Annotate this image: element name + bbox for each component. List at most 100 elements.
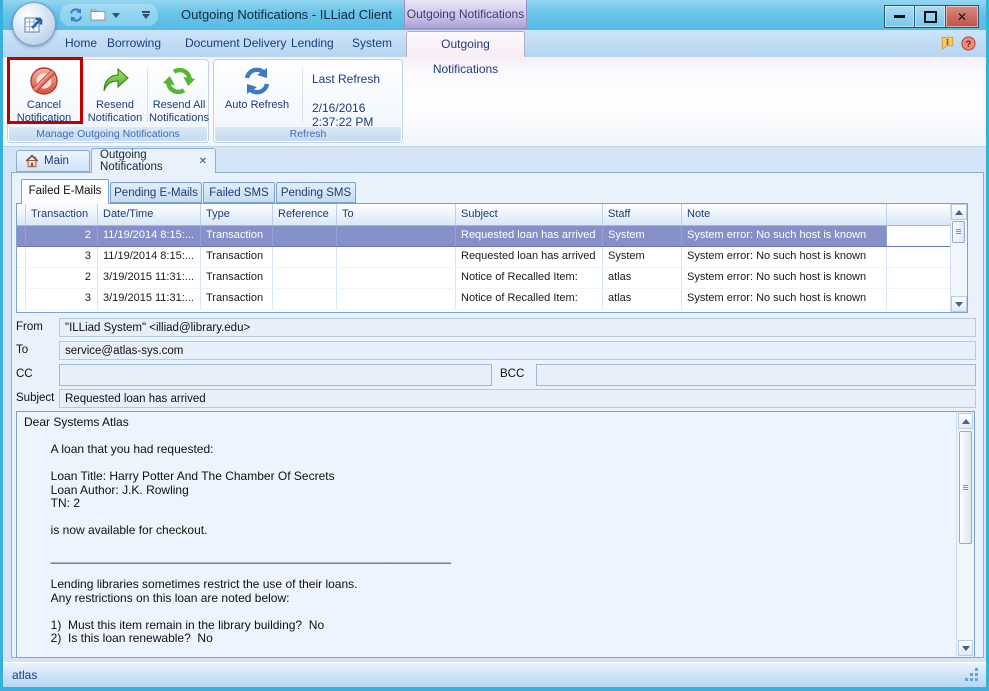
subject-field[interactable]: Requested loan has arrived (59, 389, 976, 408)
customize-qat-button[interactable] (142, 11, 150, 19)
col-note[interactable]: Note (682, 204, 887, 225)
ribbon-tab-borrowing[interactable]: Borrowing (107, 36, 161, 50)
resend-all-icon (163, 65, 195, 97)
col-transaction[interactable]: Transaction (26, 204, 98, 225)
col-reference[interactable]: Reference (273, 204, 337, 225)
status-text: atlas (12, 668, 37, 682)
house-icon (25, 154, 39, 168)
body-scrollbar[interactable] (956, 412, 974, 657)
ribbon-tab-strip: Home Borrowing Document Delivery Lending… (3, 30, 986, 57)
col-datetime[interactable]: Date/Time (98, 204, 201, 225)
application-menu-button[interactable] (12, 2, 56, 46)
maximize-icon (924, 11, 937, 23)
cell-subject: Requested loan has arrived (456, 247, 603, 267)
last-refresh-value: 2/16/2016 2:37:22 PM (312, 101, 402, 129)
arrow-down-icon (962, 646, 970, 651)
help-icon[interactable]: ? (961, 36, 976, 51)
cell-note: System error: No such host is known (682, 226, 887, 246)
scroll-down-button[interactable] (951, 296, 967, 312)
scroll-up-button[interactable] (951, 204, 967, 220)
tab-outgoing-notifications[interactable]: Outgoing Notifications ✕ (91, 148, 216, 173)
subtab-pending-emails[interactable]: Pending E-Mails (110, 182, 202, 203)
folder-dropdown-caret[interactable] (112, 13, 120, 18)
cell-reference (273, 226, 337, 246)
cell-note: System error: No such host is known (682, 247, 887, 267)
minimize-button[interactable] (884, 5, 915, 28)
last-refresh-label: Last Refresh (312, 72, 380, 86)
cell-staff: System (603, 247, 682, 267)
ribbon-tab-home[interactable]: Home (65, 36, 97, 50)
cancel-icon (28, 65, 60, 97)
ribbon-tab-outgoing-notifications[interactable]: Outgoing Notifications (406, 31, 525, 57)
tab-outgoing-notifications-label: Outgoing Notifications (100, 149, 186, 173)
col-type[interactable]: Type (201, 204, 273, 225)
info-icon[interactable] (940, 36, 955, 50)
contextual-tab-group-header: Outgoing Notifications (404, 0, 527, 29)
resize-grip[interactable] (965, 668, 968, 671)
scroll-up-button[interactable] (958, 413, 973, 429)
cc-label: CC (16, 368, 33, 380)
email-body-text[interactable]: Dear Systems Atlas A loan that you had r… (17, 412, 974, 677)
folder-icon[interactable] (90, 7, 106, 23)
table-row[interactable]: 3 11/19/2014 8:15:... Transaction Reques… (17, 247, 967, 268)
scrollbar-thumb[interactable] (959, 431, 972, 544)
ribbon-tab-document-delivery[interactable]: Document Delivery (185, 36, 286, 50)
grid-scrollbar[interactable] (950, 204, 967, 312)
tab-close-icon[interactable]: ✕ (199, 156, 207, 167)
col-staff[interactable]: Staff (603, 204, 682, 225)
cell-transaction: 3 (26, 247, 98, 267)
quick-access-toolbar (60, 4, 158, 26)
cc-field[interactable] (59, 364, 492, 386)
subtab-failed-emails[interactable]: Failed E-Mails (21, 179, 109, 204)
ribbon-group-manage: Cancel Notification Resend Notification (7, 59, 209, 143)
cell-staff: System (603, 226, 682, 246)
ribbon-group-refresh: Auto Refresh Last Refresh 2/16/2016 2:37… (213, 59, 403, 143)
maximize-button[interactable] (915, 5, 946, 28)
resend-icon (99, 65, 131, 97)
arrow-up-icon (955, 210, 963, 215)
col-to[interactable]: To (337, 204, 456, 225)
resend-all-notifications-label: Resend All Notifications (149, 99, 209, 124)
cell-staff: atlas (603, 268, 682, 288)
cell-subject: Requested loan has arrived (456, 226, 603, 246)
table-row[interactable]: 3 3/19/2015 11:31:... Transaction Notice… (17, 289, 967, 310)
refresh-icon[interactable] (68, 7, 84, 23)
scrollbar-thumb[interactable] (952, 221, 965, 243)
bcc-label: BCC (500, 368, 524, 380)
cell-to (337, 226, 456, 246)
subtab-pending-sms[interactable]: Pending SMS (276, 182, 356, 203)
bcc-field[interactable] (536, 364, 976, 386)
window-frame: Outgoing Notifications - ILLiad Client O… (3, 0, 986, 687)
resend-notification-button[interactable]: Resend Notification (84, 62, 146, 128)
cell-staff: atlas (603, 289, 682, 309)
col-subject[interactable]: Subject (456, 204, 603, 225)
ribbon-tab-lending[interactable]: Lending (291, 36, 334, 50)
cell-note: System error: No such host is known (682, 268, 887, 288)
tab-main[interactable]: Main (16, 150, 90, 172)
cell-to (337, 289, 456, 309)
table-row[interactable]: 2 11/19/2014 8:15:... Transaction Reques… (17, 226, 967, 247)
auto-refresh-label: Auto Refresh (225, 99, 289, 111)
grid-header: Transaction Date/Time Type Reference To … (17, 204, 967, 226)
close-icon: ✕ (957, 11, 967, 23)
close-button[interactable]: ✕ (946, 5, 979, 28)
cancel-notification-button[interactable]: Cancel Notification (10, 62, 78, 128)
auto-refresh-button[interactable]: Auto Refresh (217, 62, 297, 128)
scroll-down-button[interactable] (958, 640, 973, 656)
cell-datetime: 11/19/2014 8:15:... (98, 247, 201, 267)
to-field[interactable]: service@atlas-sys.com (59, 341, 976, 360)
tab-main-label: Main (44, 155, 69, 167)
ribbon-tab-system[interactable]: System (352, 36, 392, 50)
cell-type: Transaction (201, 247, 273, 267)
subject-label: Subject (16, 392, 54, 404)
from-field[interactable]: "ILLiad System" <illiad@library.edu> (59, 318, 976, 337)
resend-all-notifications-button[interactable]: Resend All Notifications (149, 62, 209, 128)
group-caption-refresh: Refresh (215, 127, 401, 141)
subtab-failed-sms[interactable]: Failed SMS (203, 182, 275, 203)
cell-type: Transaction (201, 289, 273, 309)
cancel-notification-label: Cancel Notification (17, 99, 71, 124)
table-row[interactable]: 2 3/19/2015 11:31:... Transaction Notice… (17, 268, 967, 289)
cell-type: Transaction (201, 226, 273, 246)
cell-to (337, 268, 456, 288)
window-controls: ✕ (884, 5, 979, 28)
